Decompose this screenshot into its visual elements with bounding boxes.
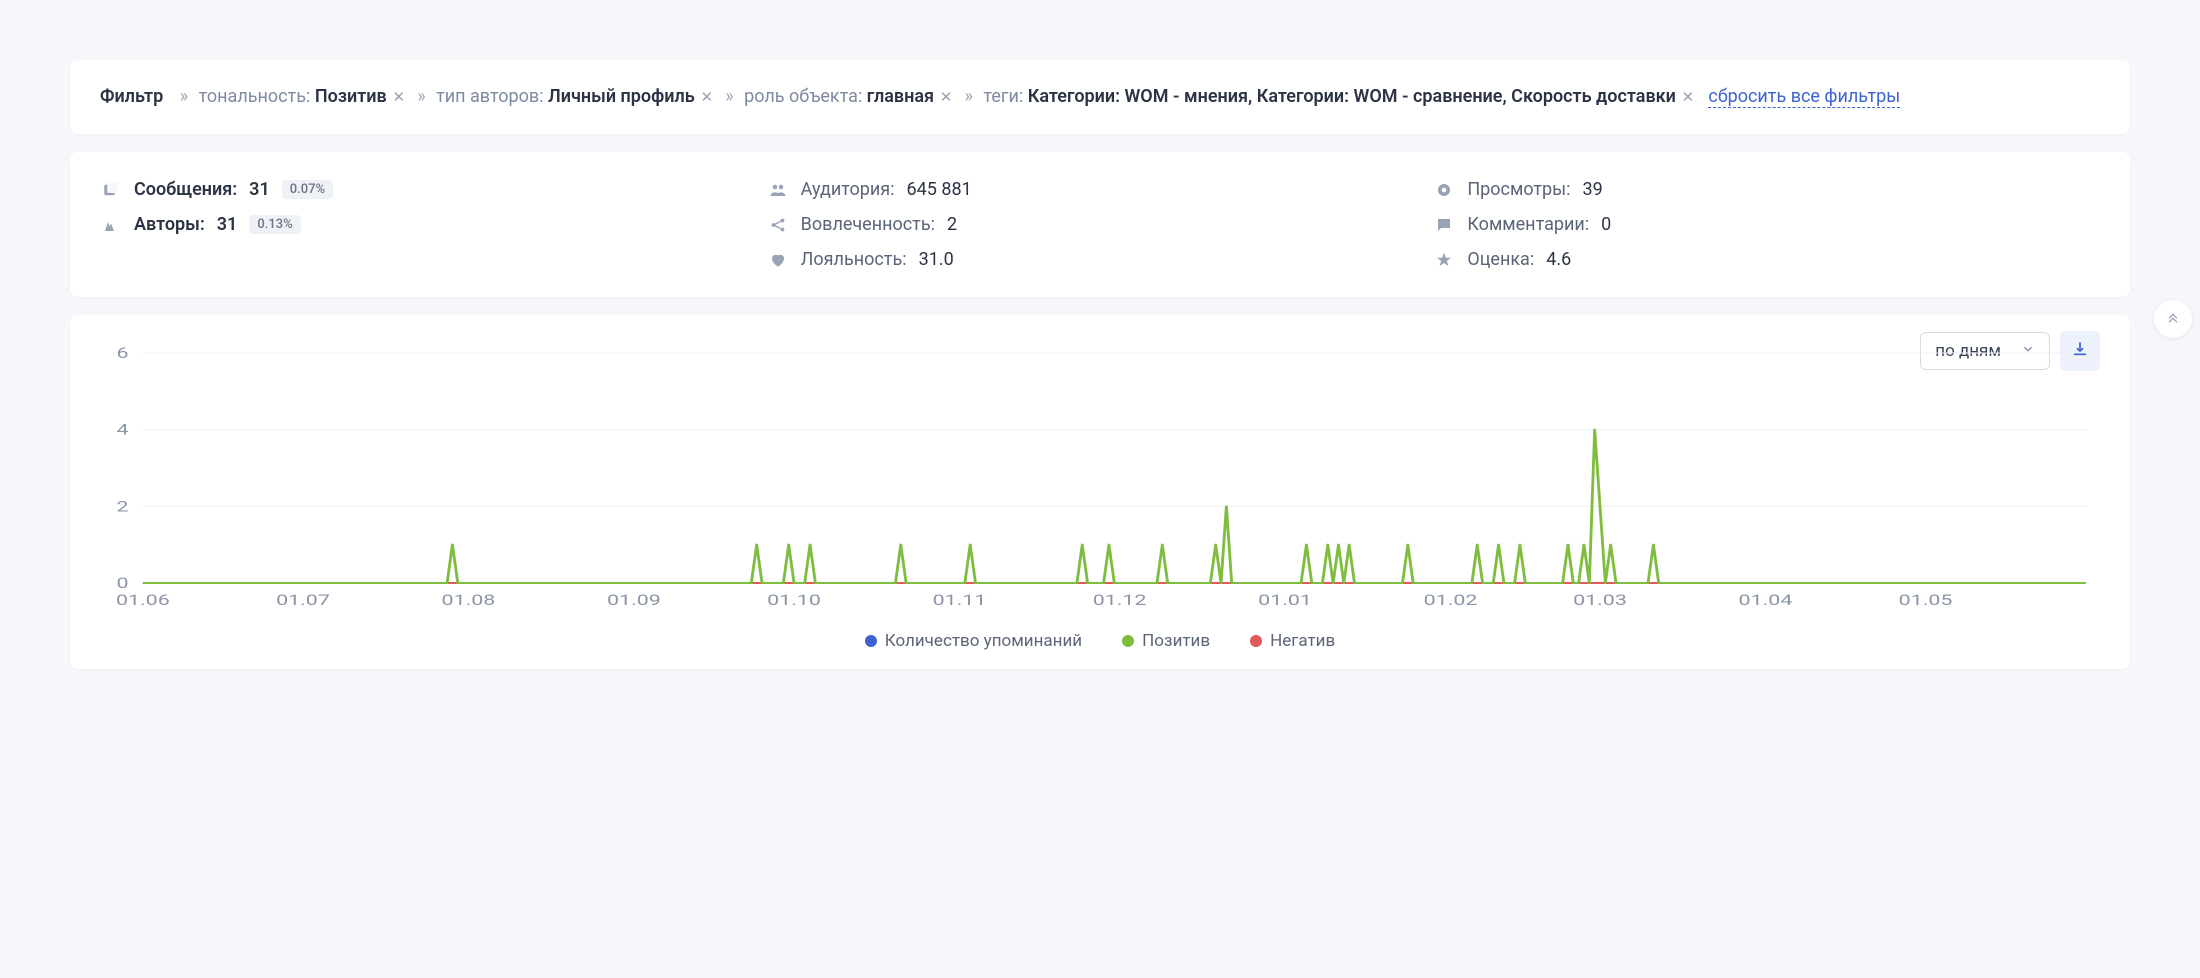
- svg-text:01.04: 01.04: [1739, 591, 1793, 609]
- filter-label: теги:: [979, 86, 1028, 107]
- chart-panel: по дням 024601.0601.0701.0801.0901.1001.…: [70, 315, 2130, 669]
- svg-text:01.10: 01.10: [767, 591, 821, 609]
- filter-bar: Фильтр » тональность: Позитив✕ » тип авт…: [70, 60, 2130, 134]
- remove-filter-icon[interactable]: ✕: [1680, 89, 1696, 105]
- remove-filter-icon[interactable]: ✕: [699, 89, 715, 105]
- svg-text:01.02: 01.02: [1424, 591, 1478, 609]
- authors-badge: 0.13%: [249, 215, 300, 234]
- svg-text:6: 6: [117, 344, 129, 362]
- svg-text:01.09: 01.09: [607, 591, 661, 609]
- remove-filter-icon[interactable]: ✕: [938, 89, 954, 105]
- share-icon: [767, 216, 789, 234]
- filter-label: тональность:: [194, 86, 315, 107]
- svg-text:01.05: 01.05: [1899, 591, 1953, 609]
- filter-value: Категории: WOM - мнения, Категории: WOM …: [1028, 86, 1676, 107]
- timeline-chart: 0 2 4 6 01.06 01.07 01.08 01.09 01.10 01.11 01.12 0…: [100, 343, 2100, 623]
- filter-label: тип авторов:: [432, 86, 548, 107]
- reset-filters-link[interactable]: сбросить все фильтры: [1708, 86, 1900, 108]
- heart-icon: [767, 251, 789, 269]
- legend-item[interactable]: Позитив: [1122, 631, 1210, 651]
- chart-legend: Количество упоминаний Позитив Негатив: [100, 623, 2100, 651]
- messages-icon: [100, 181, 122, 199]
- stat-audience: Аудитория: 645 881: [767, 172, 1434, 207]
- svg-text:4: 4: [117, 421, 129, 439]
- stats-panel: Сообщения: 31 0.07% Авторы: 31 0.13% Ауд…: [70, 152, 2130, 297]
- stat-authors: Авторы: 31 0.13%: [100, 207, 767, 242]
- scroll-top-button[interactable]: [2154, 300, 2192, 338]
- legend-dot: [865, 635, 877, 647]
- svg-text:0: 0: [117, 574, 129, 592]
- remove-filter-icon[interactable]: ✕: [391, 89, 407, 105]
- filter-value: Личный профиль: [548, 86, 695, 107]
- svg-text:01.11: 01.11: [933, 591, 987, 609]
- legend-dot: [1122, 635, 1134, 647]
- legend-item[interactable]: Количество упоминаний: [865, 631, 1082, 651]
- svg-text:01.01: 01.01: [1258, 591, 1312, 609]
- legend-item[interactable]: Негатив: [1250, 631, 1335, 651]
- eye-icon: [1433, 181, 1455, 199]
- star-icon: [1433, 251, 1455, 269]
- filter-label: роль объекта:: [740, 86, 867, 107]
- filter-value: Позитив: [315, 86, 387, 107]
- legend-dot: [1250, 635, 1262, 647]
- stat-rating: Оценка: 4.6: [1433, 242, 2100, 277]
- svg-text:01.07: 01.07: [276, 591, 330, 609]
- stat-loyalty: Лояльность: 31.0: [767, 242, 1434, 277]
- stat-engagement: Вовлеченность: 2: [767, 207, 1434, 242]
- filter-title: Фильтр: [100, 86, 163, 107]
- messages-badge: 0.07%: [282, 180, 333, 199]
- svg-text:01.06: 01.06: [116, 591, 170, 609]
- comment-icon: [1433, 216, 1455, 234]
- filter-value: главная: [867, 86, 934, 107]
- stat-views: Просмотры: 39: [1433, 172, 2100, 207]
- stat-messages: Сообщения: 31 0.07%: [100, 172, 767, 207]
- svg-text:01.08: 01.08: [442, 591, 496, 609]
- svg-text:01.12: 01.12: [1093, 591, 1147, 609]
- authors-icon: [100, 216, 122, 234]
- audience-icon: [767, 181, 789, 199]
- stat-comments: Комментарии: 0: [1433, 207, 2100, 242]
- svg-text:01.03: 01.03: [1573, 591, 1627, 609]
- svg-text:2: 2: [117, 498, 129, 516]
- chevron-up-icon: [2165, 309, 2181, 330]
